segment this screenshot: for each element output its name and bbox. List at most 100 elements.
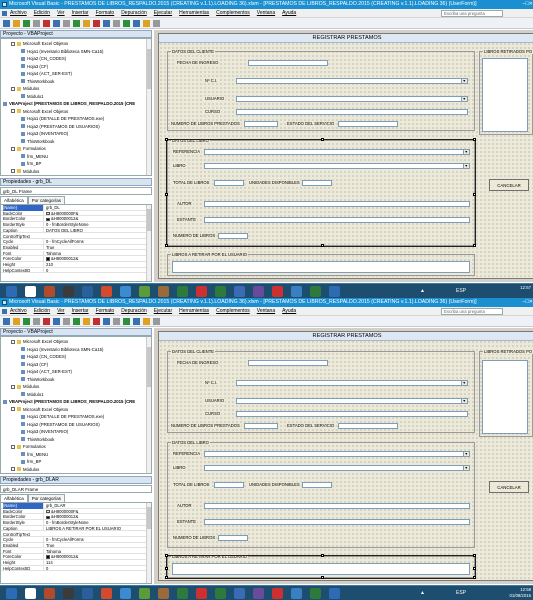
properties-tab-0[interactable]: Alfabética: [0, 494, 28, 502]
input-numero-libros-prestados[interactable]: [244, 423, 278, 429]
frame-datos-libro[interactable]: DATOS DEL LIBRO REFERENCIA ▼ LIBRO ▼ TOTAL DE…: [165, 138, 476, 247]
menu-item-0[interactable]: Archivo: [10, 308, 27, 314]
property-value[interactable]: 0: [43, 267, 149, 274]
menu-item-8[interactable]: Complementos: [216, 10, 250, 16]
excel-icon[interactable]: [177, 286, 188, 297]
project-tree-row[interactable]: frm_BP: [21, 161, 41, 166]
project-tree-row[interactable]: Hoja1 (Inventario Biblioteca SMN-Ca15): [21, 49, 103, 54]
scroll-thumb[interactable]: [147, 347, 151, 387]
redo-icon[interactable]: [83, 318, 90, 325]
properties-grid[interactable]: (Name) grb_DLAR BackColor &H8000000F& Border…: [0, 502, 152, 584]
find-icon[interactable]: [63, 20, 70, 27]
userform[interactable]: REGISTRAR PRESTAMOS DATOS DEL CLIENTE FECH…: [158, 33, 533, 279]
input-fecha-ingreso[interactable]: [248, 360, 328, 366]
input-estado-servicio[interactable]: [338, 121, 398, 127]
ie-icon[interactable]: [25, 588, 36, 599]
properties-tab-1[interactable]: Por categorías: [27, 196, 66, 204]
chrome-icon[interactable]: [139, 286, 150, 297]
start-icon[interactable]: [6, 588, 17, 599]
project-tree-row[interactable]: Módulo1: [21, 94, 43, 99]
project-tree-row[interactable]: ThisWorkbook: [21, 377, 54, 382]
project-tree-row[interactable]: frm_BP: [21, 459, 41, 464]
run-icon[interactable]: [93, 20, 100, 27]
close-button[interactable]: ✕: [529, 298, 533, 307]
expand-icon[interactable]: [11, 467, 15, 472]
reset-icon[interactable]: [113, 318, 120, 325]
cancelar-button[interactable]: CANCELAR: [489, 481, 529, 493]
properties-tab-1[interactable]: Por categorías: [27, 494, 66, 502]
vba-icon[interactable]: [253, 588, 264, 599]
input-estado-servicio[interactable]: [338, 423, 398, 429]
app-icon[interactable]: [63, 286, 74, 297]
redo-icon[interactable]: [83, 20, 90, 27]
word-icon[interactable]: [234, 588, 245, 599]
scroll-thumb[interactable]: [147, 49, 151, 89]
input-curso[interactable]: [236, 411, 468, 417]
menu-item-10[interactable]: Ayuda: [282, 10, 296, 16]
object-selector[interactable]: grb_DLAR Frame: [0, 485, 152, 493]
chrome-icon[interactable]: [101, 286, 112, 297]
menu-item-4[interactable]: Formato: [96, 308, 115, 314]
combo-referencia[interactable]: ▼: [204, 451, 470, 457]
resize-handle[interactable]: [165, 554, 168, 557]
design-mode-icon[interactable]: [123, 20, 130, 27]
run-icon[interactable]: [93, 318, 100, 325]
input-numero-libros[interactable]: [218, 535, 248, 541]
ie-icon[interactable]: [120, 588, 131, 599]
properties-scrollbar[interactable]: [146, 503, 151, 583]
excel-icon[interactable]: [215, 286, 226, 297]
save-icon[interactable]: [23, 20, 30, 27]
tray-flag-icon[interactable]: ▲: [420, 288, 425, 294]
resize-handle[interactable]: [473, 576, 476, 579]
break-icon[interactable]: [103, 20, 110, 27]
tray-flag-icon[interactable]: ▲: [420, 590, 425, 596]
menu-item-0[interactable]: Archivo: [10, 10, 27, 16]
ie-icon[interactable]: [82, 286, 93, 297]
project-tree-row[interactable]: frm_MENU: [21, 154, 48, 159]
project-tree-row[interactable]: Microsoft Excel Objetos: [11, 41, 68, 46]
project-tree-row[interactable]: Microsoft Excel Objetos: [11, 109, 68, 114]
app-icon[interactable]: [310, 286, 321, 297]
break-icon[interactable]: [103, 318, 110, 325]
property-row[interactable]: HelpContextID 0: [1, 565, 151, 572]
app-icon[interactable]: [63, 588, 74, 599]
properties-tab-0[interactable]: Alfabética: [0, 196, 28, 204]
keyboard-lang[interactable]: ESP: [456, 288, 466, 294]
properties-grid[interactable]: (Name) grb_DL BackColor &H8000000F& BorderCo…: [0, 204, 152, 282]
project-tree-row[interactable]: Hoja2 (PRESTAMOS DE USUARIOS): [21, 124, 100, 129]
resize-handle[interactable]: [165, 576, 168, 579]
frame-libros-a-retirar[interactable]: LIBROS A RETIRAR POR EL USUARIO: [167, 252, 475, 276]
help-question-input[interactable]: Escriba una pregunta: [441, 10, 503, 17]
frame-libros-retirados[interactable]: LIBROS RETIRADOS PO: [479, 49, 533, 135]
insert-icon[interactable]: [13, 20, 20, 27]
project-tree-row[interactable]: Hoja2 (CN_CODES): [21, 354, 66, 359]
opera-icon[interactable]: [196, 588, 207, 599]
combo-nci[interactable]: ▼: [236, 78, 468, 84]
project-tree-row[interactable]: ThisWorkbook: [21, 437, 54, 442]
cut-icon[interactable]: [33, 20, 40, 27]
cancelar-button[interactable]: CANCELAR: [489, 179, 529, 191]
expand-icon[interactable]: [11, 109, 15, 114]
project-tree-row[interactable]: Hoja4 (ACT_SER-EST): [21, 71, 72, 76]
app-icon[interactable]: [329, 286, 340, 297]
project-tree-row[interactable]: Módulos: [11, 86, 39, 91]
resize-handle[interactable]: [321, 138, 324, 141]
app-icon[interactable]: [310, 588, 321, 599]
project-explorer-icon[interactable]: [133, 318, 140, 325]
frame-datos-libro[interactable]: DATOS DEL LIBRO REFERENCIA ▼ LIBRO ▼ TOTAL DE…: [167, 440, 475, 548]
app-icon[interactable]: [291, 588, 302, 599]
chrome-icon[interactable]: [101, 588, 112, 599]
object-browser-icon[interactable]: [153, 318, 160, 325]
list-libros-a-retirar[interactable]: [172, 261, 470, 273]
menu-item-1[interactable]: Edición: [34, 10, 50, 16]
ie-icon[interactable]: [82, 588, 93, 599]
insert-icon[interactable]: [13, 318, 20, 325]
userform[interactable]: REGISTRAR PRESTAMOS DATOS DEL CLIENTE FECH…: [158, 331, 533, 581]
project-tree-row[interactable]: Hoja4 (ACT_SER-EST): [21, 369, 72, 374]
project-tree-row[interactable]: Formularios: [11, 146, 46, 151]
project-tree-row[interactable]: Hoja1 (DETALLE DE PRESTAMOS.exe): [21, 414, 104, 419]
resize-handle[interactable]: [165, 138, 168, 141]
word-icon[interactable]: [234, 286, 245, 297]
project-tree-row[interactable]: VBAProject (PRESTAMOS DE LIBROS_RESPALDO…: [3, 399, 135, 404]
expand-icon[interactable]: [11, 444, 15, 449]
